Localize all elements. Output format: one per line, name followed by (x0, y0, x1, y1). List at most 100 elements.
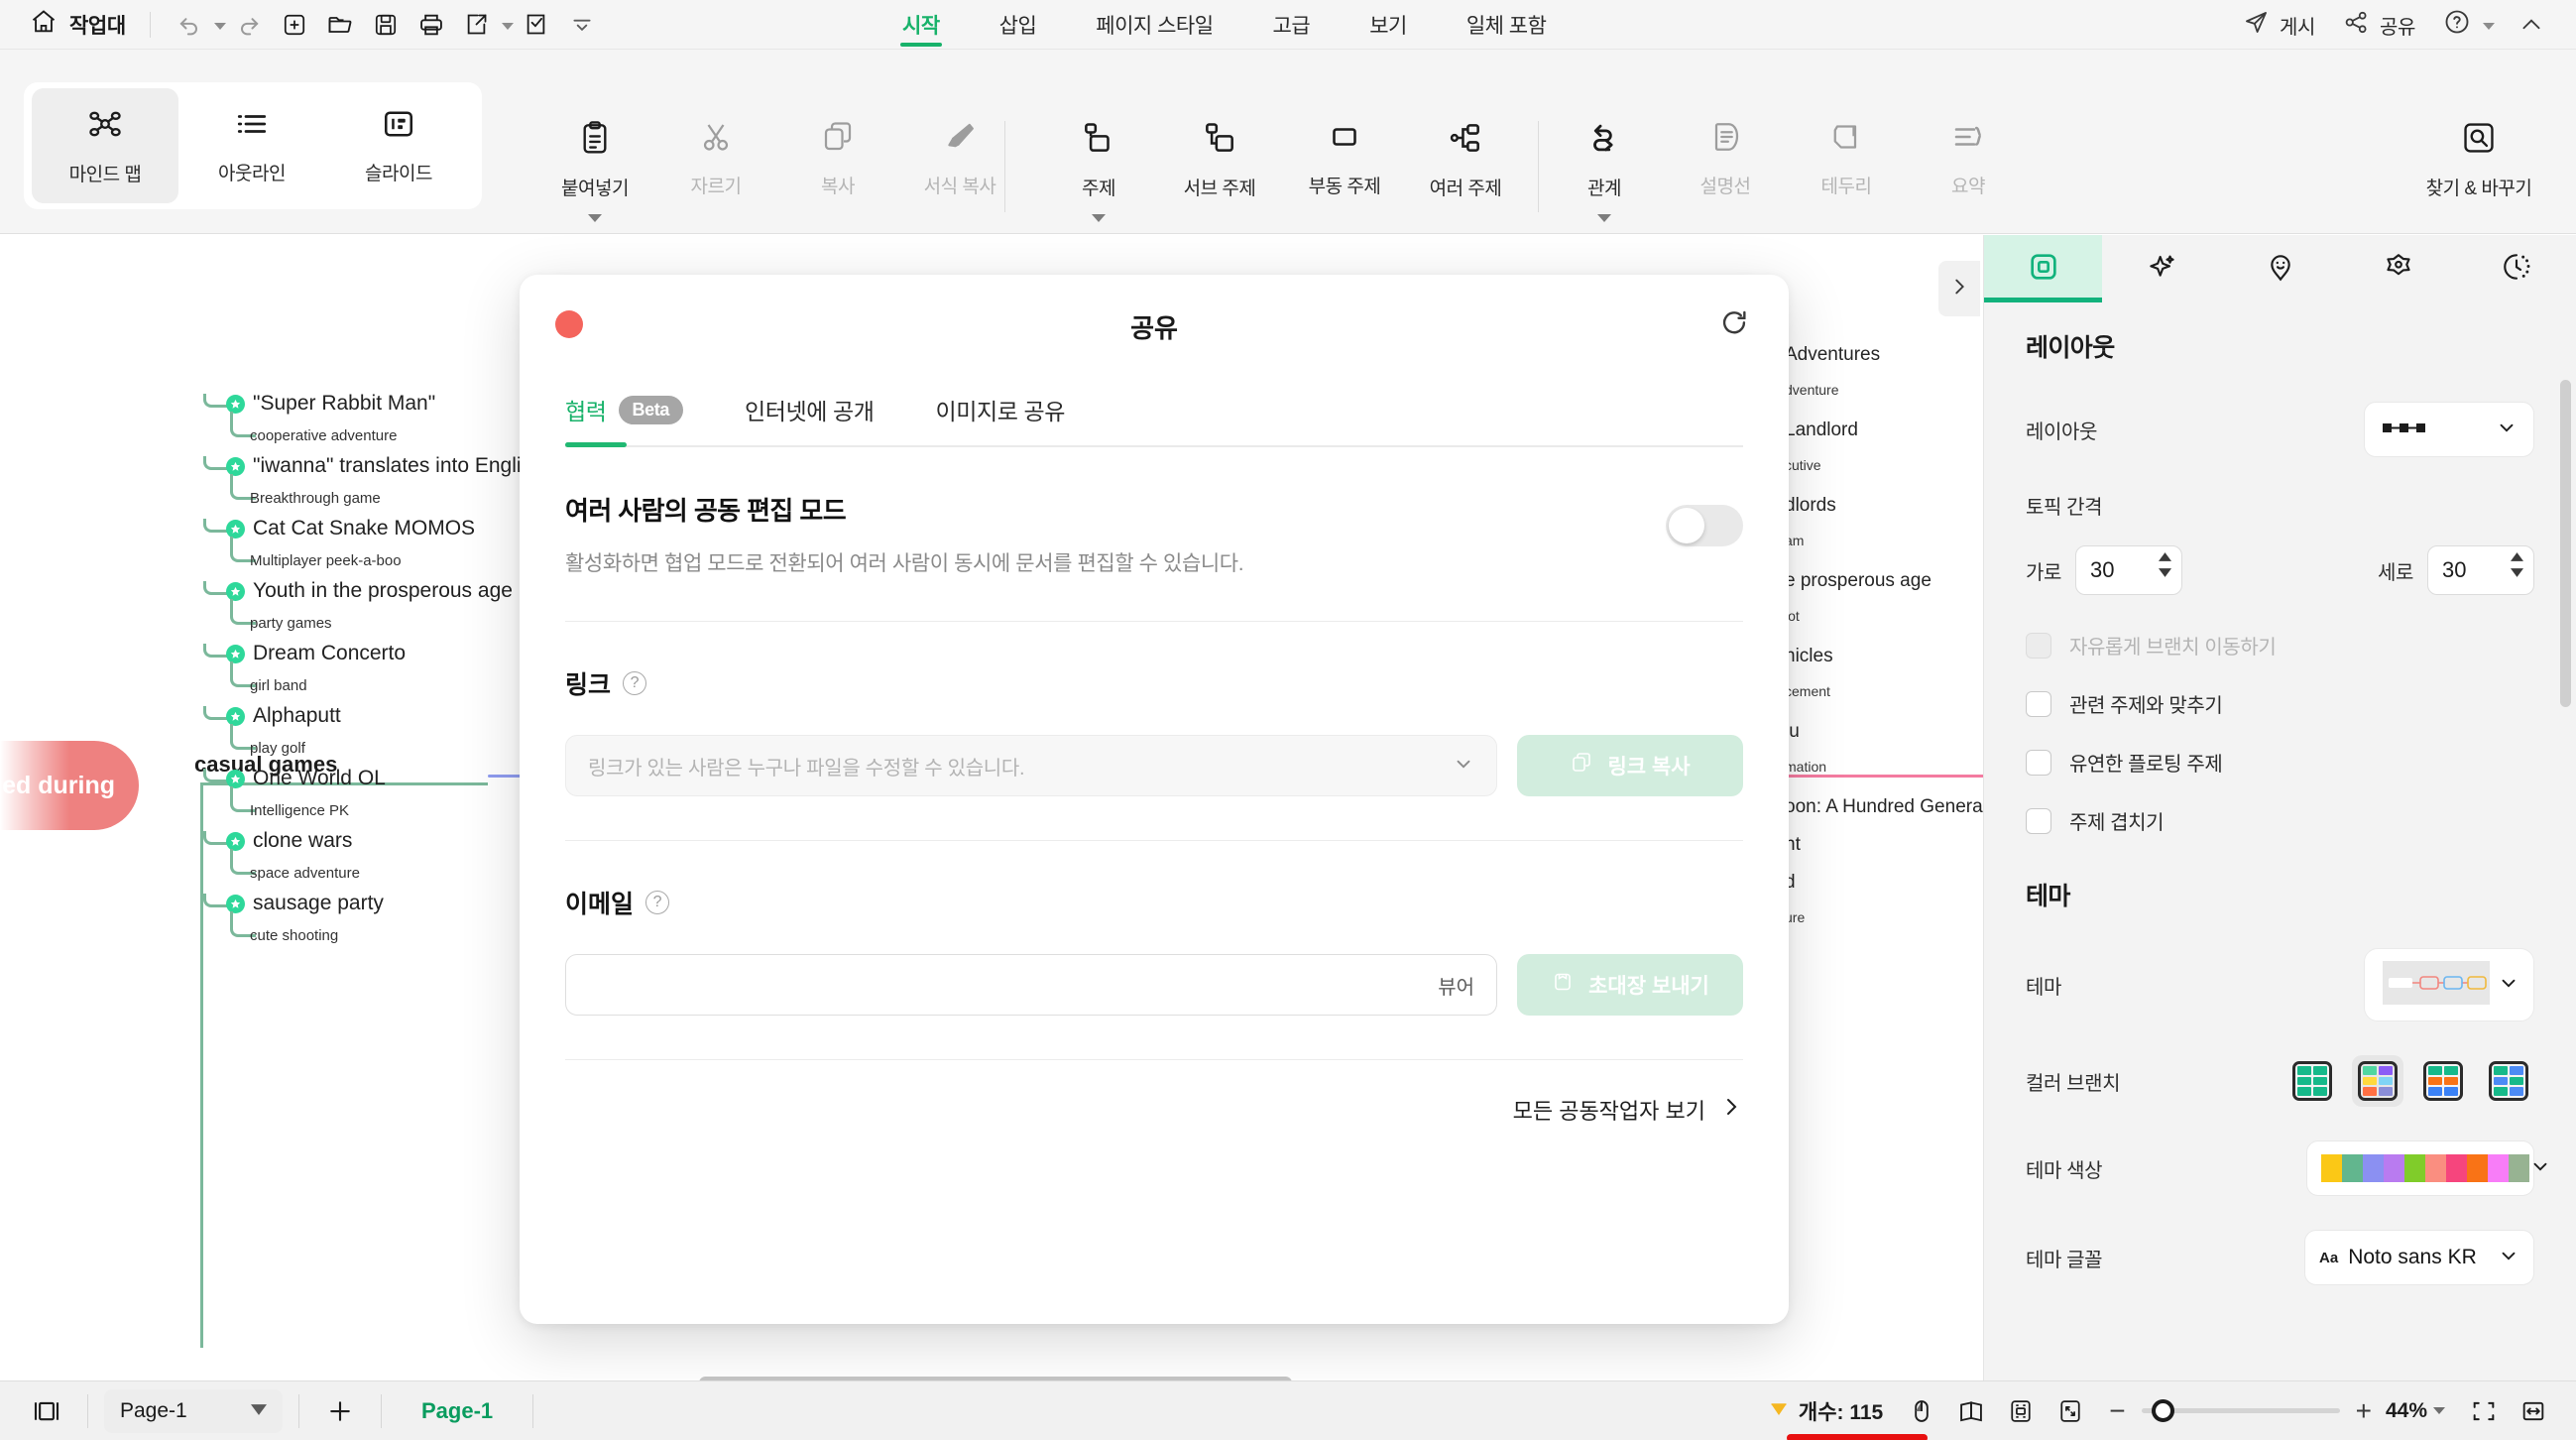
checkbox-align-related-topic[interactable]: 관련 주제와 맞추기 (2026, 689, 2534, 718)
spinner-arrows[interactable] (2159, 552, 2171, 577)
multi-topic-button[interactable]: 여러 주제 (1406, 119, 1525, 200)
tab-일체포함[interactable]: 일체 포함 (1437, 0, 1577, 50)
share-button[interactable]: 공유 (2329, 5, 2429, 46)
print-icon[interactable] (409, 5, 454, 45)
panel-collapse-button[interactable] (1938, 261, 1980, 316)
topic-dropdown-caret[interactable] (1092, 214, 1106, 222)
cut-button[interactable]: 자르기 (656, 119, 775, 198)
question-mark-icon[interactable]: ? (645, 891, 670, 914)
help-button[interactable] (2429, 4, 2509, 46)
mindmap-topic[interactable]: Youth in the prosperous age (226, 579, 513, 603)
format-painter-button[interactable]: 서식 복사 (900, 119, 1019, 198)
view-all-collaborators-link[interactable]: 모든 공동작업자 보기 (1513, 1094, 1743, 1126)
email-role-label[interactable]: 뷰어 (1438, 971, 1474, 1000)
refresh-icon[interactable] (1717, 306, 1751, 340)
horizontal-spinner[interactable]: 30 (2075, 545, 2182, 595)
branch-option-all-green[interactable] (2286, 1055, 2338, 1107)
summary-button[interactable]: 요약 (1909, 119, 2028, 198)
tab-보기[interactable]: 보기 (1340, 0, 1437, 50)
zoom-slider-track[interactable] (2141, 1399, 2340, 1422)
theme-color-select[interactable] (2306, 1140, 2547, 1196)
collab-toggle[interactable] (1666, 505, 1743, 546)
mouse-icon[interactable] (1897, 1390, 1946, 1432)
page-select[interactable]: Page-1 (104, 1388, 283, 1433)
mindmap-topic[interactable]: "Super Rabbit Man" (226, 392, 435, 416)
chevron-up-icon[interactable] (2509, 5, 2554, 45)
paste-dropdown-caret[interactable] (588, 214, 602, 222)
question-mark-icon[interactable]: ? (623, 671, 647, 695)
dialog-tab-share-image[interactable]: 이미지로 공유 (936, 374, 1066, 445)
copy-button[interactable]: 복사 (778, 119, 897, 198)
view-outline-button[interactable]: 아웃라인 (178, 88, 325, 203)
mindmap-subtopic[interactable]: Breakthrough game (250, 490, 381, 507)
view-mindmap-button[interactable]: 마인드 맵 (32, 88, 178, 203)
vertical-spinner[interactable]: 30 (2427, 545, 2534, 595)
export-icon[interactable] (454, 5, 500, 45)
theme-font-select[interactable]: Aa Noto sans KR (2304, 1230, 2534, 1285)
map-icon[interactable] (1946, 1390, 1996, 1432)
boundary-button[interactable]: 테두리 (1787, 119, 1906, 198)
workbench-home-button[interactable]: 작업대 (22, 4, 134, 45)
floating-topic-button[interactable]: 부동 주제 (1285, 119, 1404, 198)
callout-button[interactable]: 설명선 (1666, 119, 1785, 198)
open-folder-icon[interactable] (317, 5, 363, 45)
dialog-tab-collaborate[interactable]: 협력 Beta (565, 374, 683, 447)
mindmap-subtopic[interactable]: Intelligence PK (250, 802, 349, 819)
fullscreen-icon[interactable] (2046, 1390, 2095, 1432)
panel-tab-layout[interactable] (1984, 235, 2103, 302)
publish-button[interactable]: 게시 (2229, 5, 2329, 46)
find-replace-button[interactable]: 찾기 & 바꾸기 (2419, 119, 2538, 200)
checkbox-flexible-floating-topic[interactable]: 유연한 플로팅 주제 (2026, 748, 2534, 777)
redo-icon[interactable] (226, 5, 272, 45)
tab-고급[interactable]: 고급 (1243, 0, 1341, 50)
page-tab-page1[interactable]: Page-1 (398, 1398, 517, 1424)
zoom-in-button[interactable]: + (2356, 1396, 2372, 1425)
panel-tab-history[interactable] (2458, 235, 2576, 302)
mindmap-subtopic[interactable]: cooperative adventure (250, 427, 397, 444)
mindmap-subtopic[interactable]: party games (250, 615, 332, 632)
right-panel-scrollbar[interactable] (2560, 380, 2571, 707)
tab-시작[interactable]: 시작 (873, 0, 970, 50)
undo-dropdown-caret[interactable] (213, 22, 226, 30)
checkbox-free-branch-move[interactable]: 자유롭게 브랜치 이동하기 (2026, 631, 2534, 660)
branch-option-green-orange-blue[interactable] (2417, 1055, 2469, 1107)
add-page-icon[interactable] (315, 1390, 365, 1432)
theme-select[interactable] (2364, 948, 2534, 1021)
fit-screen-icon[interactable] (2459, 1390, 2509, 1432)
help-dropdown-caret[interactable] (2483, 23, 2495, 30)
more-icon[interactable] (559, 5, 605, 45)
checkbox-overlap-topic[interactable]: 주제 겹치기 (2026, 806, 2534, 835)
focus-icon[interactable] (1996, 1390, 2046, 1432)
branch-option-rainbow[interactable] (2352, 1055, 2403, 1107)
mindmap-subtopic[interactable]: girl band (250, 677, 307, 694)
zoom-out-button[interactable]: − (2109, 1396, 2125, 1425)
mindmap-subtopic[interactable]: play golf (250, 740, 305, 757)
mindmap-subtopic[interactable]: cute shooting (250, 927, 338, 944)
mindmap-root-node[interactable]: ed during (0, 741, 139, 830)
subtopic-button[interactable]: 서브 주제 (1160, 119, 1279, 200)
new-file-icon[interactable] (272, 5, 317, 45)
copy-link-button[interactable]: 링크 복사 (1517, 735, 1743, 796)
task-icon[interactable] (514, 5, 559, 45)
panel-tab-stickers[interactable] (2221, 235, 2339, 302)
mindmap-subtopic[interactable]: space adventure (250, 865, 360, 882)
relation-dropdown-caret[interactable] (1597, 214, 1611, 222)
relation-button[interactable]: 관계 (1545, 119, 1664, 222)
fit-width-icon[interactable] (2509, 1390, 2558, 1432)
export-dropdown-caret[interactable] (501, 22, 514, 30)
mindmap-topic[interactable]: Cat Cat Snake MOMOS (226, 517, 475, 540)
send-invite-button[interactable]: 초대장 보내기 (1517, 954, 1743, 1016)
zoom-slider-knob[interactable] (2151, 1399, 2174, 1422)
view-slide-button[interactable]: 슬라이드 (325, 88, 472, 203)
zoom-dropdown-caret[interactable] (2433, 1407, 2445, 1414)
tab-페이지스타일[interactable]: 페이지 스타일 (1066, 0, 1242, 50)
branch-option-green-blue-mix[interactable] (2483, 1055, 2534, 1107)
dialog-tab-publish-web[interactable]: 인터넷에 공개 (745, 374, 875, 445)
topic-button[interactable]: 주제 (1039, 119, 1158, 222)
panel-tab-style[interactable] (2339, 235, 2457, 302)
save-icon[interactable] (363, 5, 409, 45)
undo-icon[interactable] (167, 5, 212, 45)
paste-button[interactable]: 붙여넣기 (535, 119, 654, 222)
layout-select[interactable] (2364, 402, 2534, 457)
mindmap-subtopic[interactable]: Multiplayer peek-a-boo (250, 552, 402, 569)
